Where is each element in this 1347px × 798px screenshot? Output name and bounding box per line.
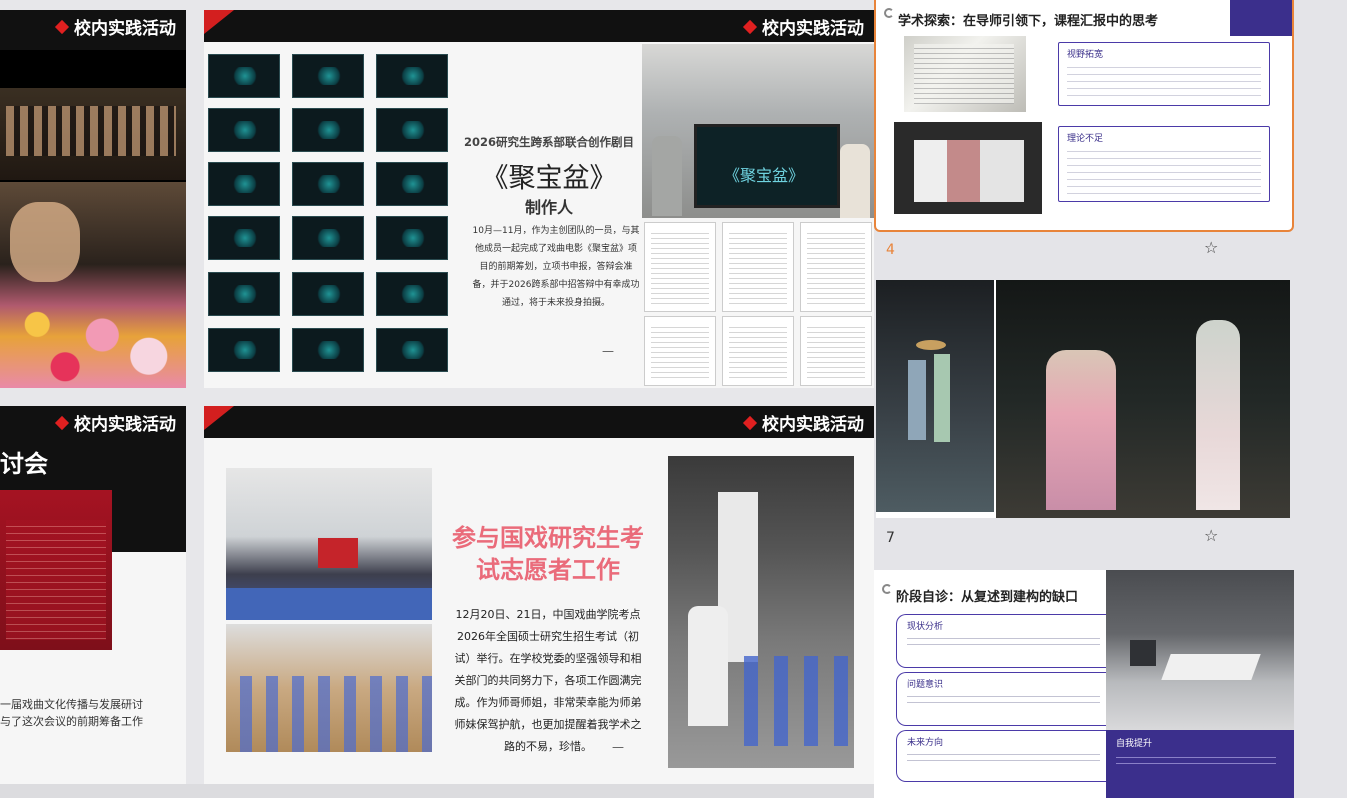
- diamond-icon: [742, 19, 758, 35]
- exam-room-photo: [226, 624, 432, 752]
- thumbnail: [292, 54, 364, 98]
- group-photo: [0, 88, 186, 180]
- bouquet-photo: [0, 182, 186, 388]
- thumbnail: [208, 216, 280, 260]
- step-future-direction: 未来方向: [896, 730, 1106, 782]
- slide-seminar[interactable]: 校内实践活动 讨会 一届戏曲文化传播与发展研讨 与了这次会议的前期筹备工作: [0, 406, 186, 784]
- corner-flag-icon: [204, 10, 234, 34]
- corner-flag-icon: [204, 406, 234, 430]
- volunteer-description: 12月20日、21日，中国戏曲学院考点2026年全国硕士研究生招生考试（初试）举…: [454, 608, 642, 753]
- opera-photo-1: [876, 280, 994, 512]
- seminar-footer-line2: 与了这次会议的前期筹备工作: [0, 715, 143, 728]
- volunteer-group-photo: [226, 468, 432, 620]
- slide-jubaopen-project[interactable]: 校内实践活动 2026研究生跨系部联合创作剧目 《聚宝盆》 制作人 10月—11…: [204, 10, 874, 388]
- purple-accent-block: [1230, 0, 1292, 36]
- thumbnail: [376, 272, 448, 316]
- slide-tag: 校内实践活动: [742, 410, 864, 435]
- diamond-icon: [54, 415, 70, 431]
- document-page: [800, 222, 872, 312]
- project-title-line: 2026研究生跨系部联合创作剧目: [463, 135, 634, 149]
- slide-thumb-7[interactable]: [876, 280, 1290, 518]
- star-icon[interactable]: ☆: [1204, 238, 1218, 257]
- end-dash: —: [612, 740, 624, 754]
- slide-number: 4: [886, 242, 895, 258]
- slide-tag: 校内实践活动: [54, 410, 176, 435]
- slide-header-bar: 校内实践活动: [204, 406, 874, 438]
- thumbnail: [292, 272, 364, 316]
- slide4-title: 学术探索：在导师引领下，课程汇报中的思考: [898, 14, 1159, 29]
- hallway-photo: [668, 456, 854, 768]
- thumbnail: [208, 108, 280, 152]
- slide-header-bar: 校内实践活动: [0, 10, 186, 50]
- thumbnail: [208, 328, 280, 372]
- slide-header-bar: 校内实践活动: [204, 10, 874, 42]
- swirl-icon: [882, 584, 892, 594]
- thumbnail: [208, 162, 280, 206]
- project-role: 制作人: [524, 198, 573, 217]
- slide-tag: 校内实践活动: [742, 14, 864, 39]
- star-icon[interactable]: ☆: [1204, 526, 1218, 545]
- document-page: [644, 316, 716, 386]
- thumbnail-grid: [208, 54, 456, 384]
- thumbnail: [292, 328, 364, 372]
- slide8-title: 阶段自诊：从复述到建构的缺口: [896, 590, 1079, 605]
- slide-tag: 校内实践活动: [54, 14, 176, 39]
- slide-number: 7: [886, 530, 895, 546]
- swirl-icon: [884, 8, 894, 18]
- thumbnail: [208, 54, 280, 98]
- thumbnail: [376, 328, 448, 372]
- document-page: [800, 316, 872, 386]
- project-description: 10月—11月，作为主创团队的一员，与其他成员一起完成了戏曲电影《聚宝盆》项目的…: [472, 226, 640, 308]
- thumbnail: [376, 162, 448, 206]
- thumbnail: [376, 108, 448, 152]
- step-current-analysis: 现状分析: [896, 614, 1106, 668]
- opera-photo-2: [996, 280, 1290, 518]
- thumbnail: [292, 162, 364, 206]
- self-improvement-box: 自我提升: [1106, 730, 1294, 798]
- document-page: [722, 222, 794, 312]
- diamond-icon: [742, 415, 758, 431]
- slide-campus-activity-photos[interactable]: 校内实践活动: [0, 10, 186, 388]
- thumbnail: [376, 216, 448, 260]
- card-broaden-vision: 视野拓宽: [1058, 42, 1270, 106]
- desk-photo: [1106, 570, 1294, 730]
- thumbnail: [292, 108, 364, 152]
- document-page: [722, 316, 794, 386]
- seminar-footer-line1: 一届戏曲文化传播与发展研讨: [0, 698, 143, 711]
- slide-exam-volunteer[interactable]: 校内实践活动 参与国戏研究生考试志愿者工作 12月20日、21日，中国戏曲学院考…: [204, 406, 874, 784]
- slide-thumb-8[interactable]: 阶段自诊：从复述到建构的缺口 现状分析 问题意识 未来方向 自我提升: [874, 570, 1294, 798]
- thumbnail: [208, 272, 280, 316]
- document-page: [644, 222, 716, 312]
- step-problem-awareness: 问题意识: [896, 672, 1106, 726]
- thumbnail: [376, 54, 448, 98]
- thumbnail: [292, 216, 364, 260]
- seminar-title: 讨会: [0, 450, 48, 478]
- volunteer-heading: 参与国戏研究生考试志愿者工作: [452, 524, 644, 584]
- slide-list-panel: 学术探索：在导师引领下，课程汇报中的思考 视野拓宽 理论不足 4 ☆ 7 ☆ 阶…: [874, 0, 1347, 798]
- slide-thumb-4[interactable]: 学术探索：在导师引领下，课程汇报中的思考 视野拓宽 理论不足: [874, 0, 1294, 232]
- book-photo: [904, 36, 1026, 112]
- end-dash: —: [602, 344, 614, 358]
- slide-browser: 校内实践活动 校内实践活动 2026研究生跨系部联合创作剧目 《聚宝盆》 制作人…: [0, 0, 1347, 798]
- bottom-gutter: [0, 784, 874, 798]
- project-title: 《聚宝盆》: [481, 163, 617, 194]
- presentation-photo: 《聚宝盆》: [642, 44, 874, 218]
- screen-photo: [894, 122, 1042, 214]
- card-theory-gap: 理论不足: [1058, 126, 1270, 202]
- diamond-icon: [54, 19, 70, 35]
- seminar-agenda-card: [0, 490, 112, 650]
